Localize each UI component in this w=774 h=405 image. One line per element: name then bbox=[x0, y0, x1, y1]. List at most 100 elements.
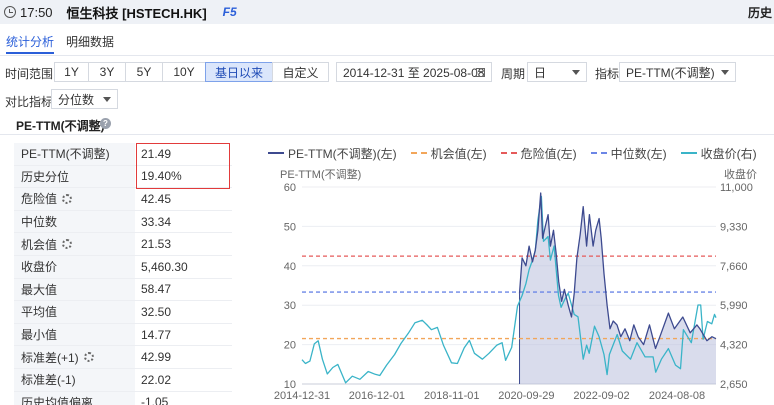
right-tick-label: 7,660 bbox=[720, 261, 748, 273]
right-axis-title: 收盘价 bbox=[724, 167, 757, 181]
calendar-icon bbox=[476, 68, 485, 77]
metric-label: 指标 bbox=[595, 67, 620, 81]
stat-row: 最小值 14.77 bbox=[14, 323, 232, 347]
chevron-down-icon bbox=[572, 70, 580, 75]
tab-details[interactable]: 明细数据 bbox=[66, 33, 114, 50]
title-bar: 17:50 恒生科技 [HSTECH.HK] F5 历史 bbox=[0, 0, 774, 24]
left-tick-label: 30 bbox=[284, 300, 296, 312]
stat-label: 危险值 bbox=[21, 192, 58, 207]
stat-value: 21.49 bbox=[141, 146, 172, 161]
gear-icon[interactable] bbox=[83, 352, 94, 363]
history-link[interactable]: 历史 bbox=[748, 4, 772, 21]
time-range-label: 时间范围 bbox=[5, 67, 54, 81]
date-range-picker[interactable]: 2014-12-31 至 2025-08-08 bbox=[336, 62, 492, 82]
question-icon[interactable]: ? bbox=[100, 118, 111, 129]
right-tick-label: 11,000 bbox=[720, 182, 753, 194]
stat-label: 收盘价 bbox=[14, 255, 135, 278]
metric-value: PE-TTM(不调整) bbox=[626, 65, 715, 80]
legend-swatch bbox=[410, 152, 427, 154]
stat-row: 最大值 58.47 bbox=[14, 278, 232, 302]
date-range-value: 2014-12-31 至 2025-08-08 bbox=[343, 65, 485, 80]
stat-value: 19.40% bbox=[141, 169, 182, 184]
stat-value: 14.77 bbox=[141, 327, 172, 342]
stat-row: 平均值 32.50 bbox=[14, 301, 232, 324]
period-select[interactable]: 日 bbox=[527, 62, 587, 82]
range-1y-button[interactable]: 1Y bbox=[54, 62, 89, 82]
stat-label: 机会值 bbox=[21, 237, 58, 252]
left-axis-title: PE-TTM(不调整) bbox=[280, 167, 361, 181]
left-tick-label: 20 bbox=[284, 340, 296, 352]
reference-lines bbox=[302, 255, 716, 340]
range-10y-button[interactable]: 10Y bbox=[162, 62, 206, 82]
metric-select[interactable]: PE-TTM(不调整) bbox=[619, 62, 736, 82]
clock-time: 17:50 bbox=[20, 4, 53, 20]
range-since-base-button[interactable]: 基日以来 bbox=[205, 62, 273, 82]
stat-label: 历史均值偏离 bbox=[14, 391, 135, 405]
chevron-down-icon bbox=[103, 97, 111, 102]
chevron-down-icon bbox=[721, 70, 729, 75]
stat-value: 5,460.30 bbox=[141, 259, 188, 274]
stat-value: 33.34 bbox=[141, 214, 172, 229]
stat-label: 标准差(-1) bbox=[14, 368, 135, 391]
stat-row: PE-TTM(不调整) 21.49 bbox=[14, 143, 232, 166]
legend-swatch bbox=[500, 152, 517, 154]
legend-swatch bbox=[590, 152, 607, 154]
x-tick-label: 2014-12-31 bbox=[274, 390, 330, 402]
stat-value: 58.47 bbox=[141, 282, 172, 297]
pe-chart[interactable]: PE-TTM(不调整) 收盘价 1020304050602,6504,3205,… bbox=[262, 158, 774, 405]
stat-value: 21.53 bbox=[141, 237, 172, 252]
right-tick-label: 9,330 bbox=[720, 221, 748, 233]
stat-row: 机会值 21.53 bbox=[14, 233, 232, 256]
stat-label-wrap: 标准差(+1) bbox=[14, 346, 135, 368]
stat-row: 标准差(-1) 22.02 bbox=[14, 368, 232, 392]
stat-value: -1.05 bbox=[141, 395, 169, 405]
x-tick-label: 2016-12-01 bbox=[349, 390, 405, 402]
x-tick-label: 2018-11-01 bbox=[424, 390, 479, 402]
stat-row: 收盘价 5,460.30 bbox=[14, 255, 232, 279]
tab-statistics[interactable]: 统计分析 bbox=[6, 33, 55, 54]
stat-row: 历史均值偏离 -1.05 bbox=[14, 391, 232, 405]
right-tick-label: 4,320 bbox=[720, 340, 748, 352]
stat-label: 最大值 bbox=[14, 278, 135, 301]
x-tick-label: 2020-09-29 bbox=[498, 390, 554, 402]
range-3y-button[interactable]: 3Y bbox=[88, 62, 126, 82]
stat-row: 中位数 33.34 bbox=[14, 210, 232, 234]
stat-label: 历史分位 bbox=[14, 165, 135, 188]
section-title: PE-TTM(不调整) bbox=[16, 119, 105, 133]
compare-value: 分位数 bbox=[58, 92, 95, 107]
stat-label: 最小值 bbox=[14, 323, 135, 346]
range-5y-button[interactable]: 5Y bbox=[125, 62, 163, 82]
stat-row: 历史分位 19.40% bbox=[14, 165, 232, 189]
period-label: 周期 bbox=[501, 67, 526, 81]
range-custom-button[interactable]: 自定义 bbox=[272, 62, 329, 82]
left-tick-label: 60 bbox=[284, 182, 296, 194]
stat-label: 平均值 bbox=[14, 301, 135, 323]
f5-shortcut[interactable]: F5 bbox=[223, 5, 237, 19]
stat-row: 标准差(+1) 42.99 bbox=[14, 346, 232, 369]
left-tick-label: 50 bbox=[284, 221, 296, 233]
compare-select[interactable]: 分位数 bbox=[51, 89, 118, 109]
page-title: 恒生科技 [HSTECH.HK] bbox=[66, 5, 207, 21]
x-tick-label: 2024-08-08 bbox=[649, 390, 705, 402]
stat-label: 中位数 bbox=[14, 210, 135, 233]
stat-label-wrap: 机会值 bbox=[14, 233, 135, 255]
compare-label: 对比指标 bbox=[5, 95, 54, 109]
gear-icon[interactable] bbox=[62, 193, 73, 204]
gear-icon[interactable] bbox=[62, 239, 73, 250]
stat-value: 22.02 bbox=[141, 372, 172, 387]
right-tick-label: 2,650 bbox=[720, 379, 748, 391]
legend-swatch bbox=[268, 152, 284, 154]
stat-row: 危险值 42.45 bbox=[14, 188, 232, 211]
period-value: 日 bbox=[534, 65, 547, 80]
stat-label: 标准差(+1) bbox=[21, 350, 79, 365]
section-divider bbox=[0, 134, 774, 135]
clock-icon bbox=[4, 6, 16, 18]
stat-value: 32.50 bbox=[141, 304, 172, 319]
right-tick-label: 5,990 bbox=[720, 300, 748, 312]
stats-table: PE-TTM(不调整) 21.49 历史分位 19.40% 危险值 42.45 中位数… bbox=[14, 143, 232, 405]
stat-value: 42.99 bbox=[141, 350, 172, 365]
tab-bar: 统计分析 明细数据 bbox=[0, 24, 774, 56]
legend-swatch bbox=[680, 152, 697, 154]
left-tick-label: 40 bbox=[284, 261, 296, 273]
stat-value: 42.45 bbox=[141, 191, 172, 206]
